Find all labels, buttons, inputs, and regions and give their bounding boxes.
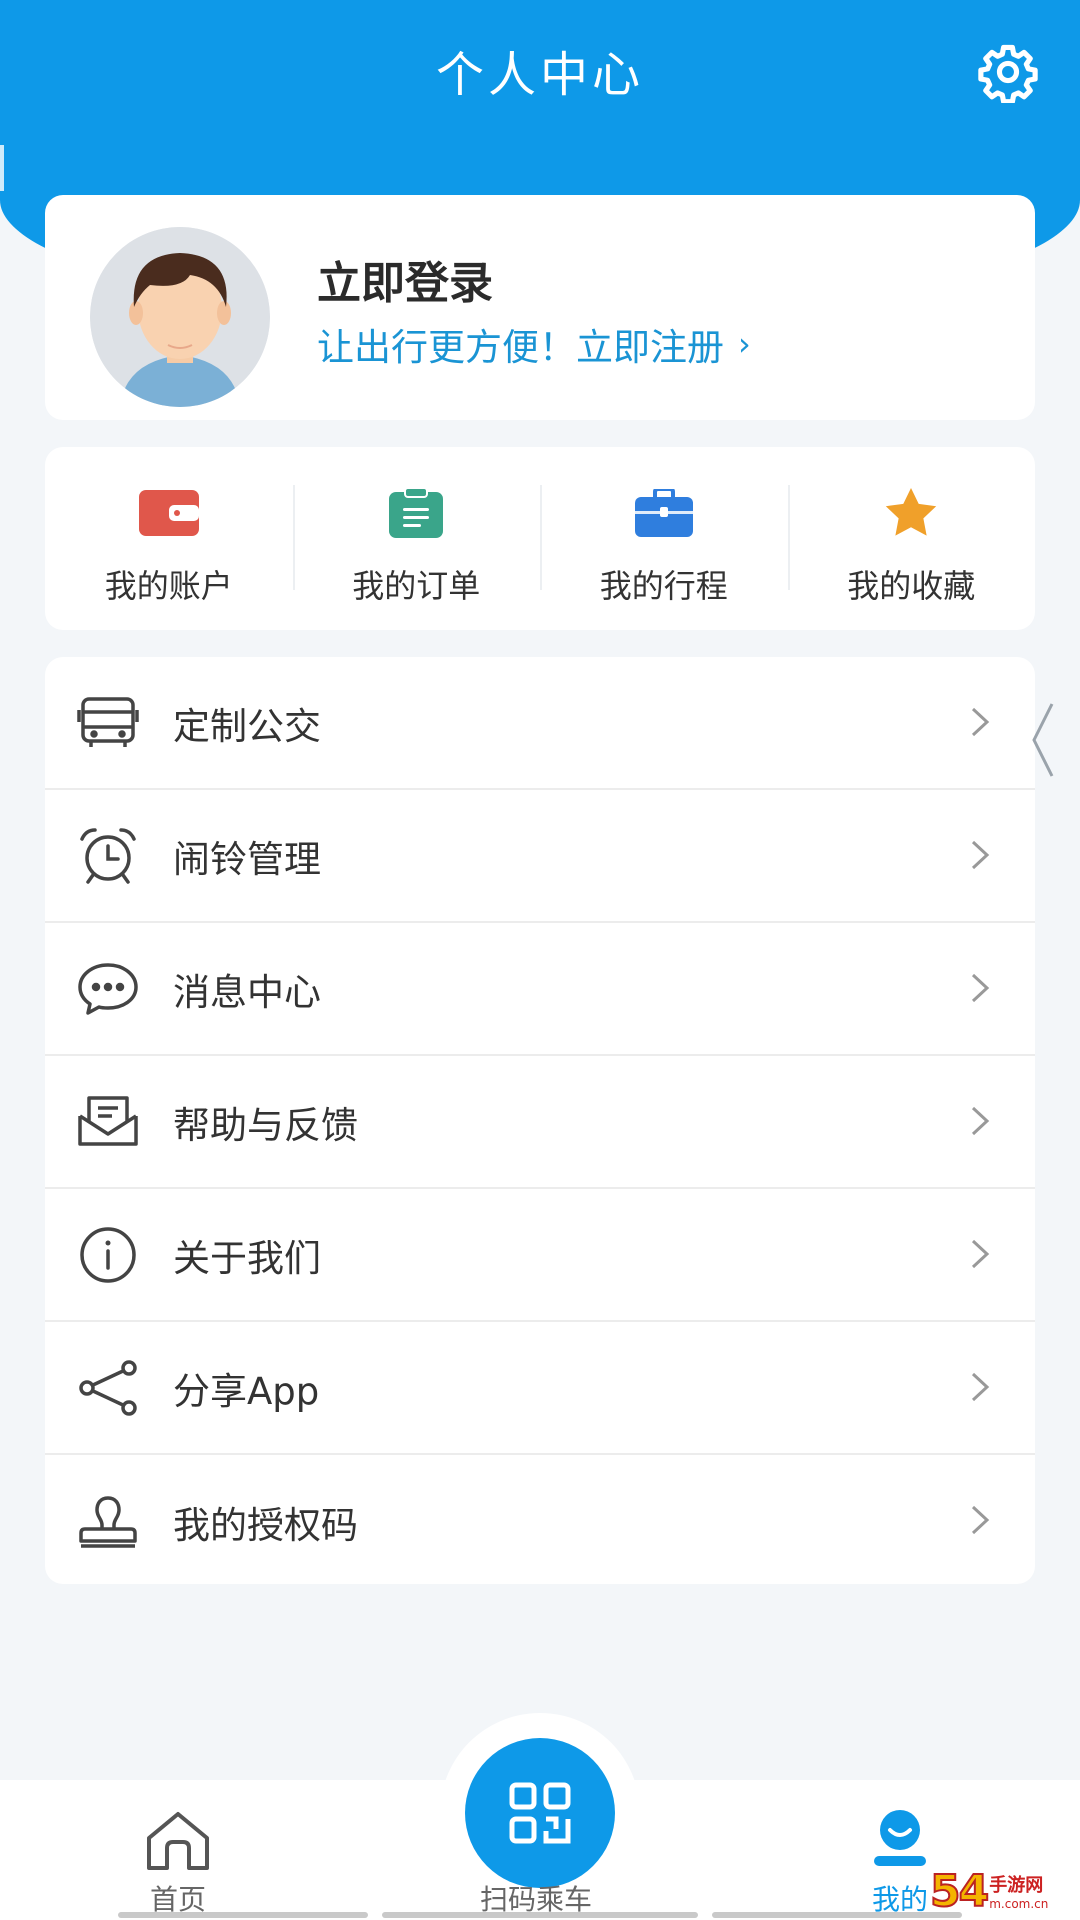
quick-label: 我的订单 — [352, 567, 481, 605]
chevron-right-icon — [971, 1239, 990, 1269]
chevron-right-icon — [971, 1372, 990, 1402]
alarm-clock-icon — [80, 827, 136, 884]
watermark-url: m.com.cn — [989, 1897, 1049, 1911]
register-link[interactable]: 让出行更方便！立即注册 › — [317, 317, 751, 371]
menu-item-feedback[interactable]: 帮助与反馈 — [45, 1056, 1035, 1189]
menu-list: 定制公交 闹铃管理 消息中心 帮助与反馈 关于我们 分享App 我的授权码 — [45, 657, 1035, 1584]
briefcase-icon — [634, 489, 693, 537]
menu-item-label: 分享App — [173, 1369, 320, 1413]
avatar[interactable] — [90, 227, 270, 407]
my-orders-button[interactable]: 我的订单 — [292, 447, 541, 630]
clipboard-icon — [389, 488, 444, 538]
bus-icon — [77, 696, 139, 747]
stamp-icon — [79, 1495, 137, 1548]
login-card[interactable]: 立即登录 让出行更方便！立即注册 › — [45, 195, 1035, 420]
menu-item-messages[interactable]: 消息中心 — [45, 923, 1035, 1056]
menu-item-label: 帮助与反馈 — [173, 1103, 358, 1147]
my-favorites-button[interactable]: 我的收藏 — [787, 447, 1036, 630]
wallet-icon — [138, 490, 199, 536]
chevron-right-icon — [971, 1505, 990, 1535]
star-icon — [886, 488, 937, 536]
gear-icon — [978, 44, 1038, 103]
menu-item-auth-code[interactable]: 我的授权码 — [45, 1455, 1035, 1588]
default-avatar-icon — [90, 227, 270, 407]
mail-feedback-icon — [78, 1095, 138, 1146]
register-link-text: 让出行更方便！立即注册 — [317, 326, 724, 369]
chevron-right-icon — [971, 1106, 990, 1136]
my-account-button[interactable]: 我的账户 — [45, 447, 293, 630]
watermark-text: 手游网 — [989, 1875, 1044, 1896]
menu-item-custom-bus[interactable]: 定制公交 — [45, 657, 1035, 790]
page-title: 个人中心 — [435, 47, 644, 103]
menu-item-alarm[interactable]: 闹铃管理 — [45, 790, 1035, 923]
bottom-divider — [0, 1912, 1080, 1920]
watermark-number: 54 — [929, 1865, 990, 1918]
menu-item-label: 消息中心 — [173, 970, 321, 1014]
side-drawer-handle[interactable] — [1026, 700, 1060, 780]
menu-item-about[interactable]: 关于我们 — [45, 1189, 1035, 1322]
home-icon — [147, 1812, 209, 1870]
watermark-logo: 54 手游网 m.com.cn — [929, 1862, 1080, 1920]
menu-item-share[interactable]: 分享App — [45, 1322, 1035, 1455]
tab-scan[interactable]: 扫码乘车 — [440, 1780, 640, 1920]
quick-label: 我的行程 — [599, 567, 728, 605]
tab-home[interactable]: 首页 — [118, 1780, 238, 1920]
chevron-right-icon — [971, 707, 990, 737]
chevron-right-icon: › — [738, 325, 751, 363]
top-app-bar: 个人中心 — [0, 0, 1080, 140]
menu-item-label: 我的授权码 — [173, 1503, 358, 1547]
menu-item-label: 关于我们 — [173, 1236, 321, 1280]
quick-actions: 我的账户 我的订单 我的行程 我的收藏 — [45, 447, 1035, 630]
info-icon — [80, 1226, 136, 1283]
edge-indicator — [0, 145, 4, 191]
menu-item-label: 闹铃管理 — [173, 837, 321, 881]
quick-label: 我的收藏 — [847, 567, 976, 605]
user-active-icon — [874, 1810, 926, 1866]
share-icon — [79, 1359, 137, 1416]
chevron-right-icon — [971, 973, 990, 1003]
my-trips-button[interactable]: 我的行程 — [540, 447, 788, 630]
login-title[interactable]: 立即登录 — [317, 247, 493, 311]
chat-bubble-icon — [78, 962, 138, 1015]
settings-button[interactable] — [976, 40, 1040, 104]
menu-item-label: 定制公交 — [173, 704, 321, 748]
chevron-right-icon — [971, 840, 990, 870]
quick-label: 我的账户 — [104, 567, 233, 605]
